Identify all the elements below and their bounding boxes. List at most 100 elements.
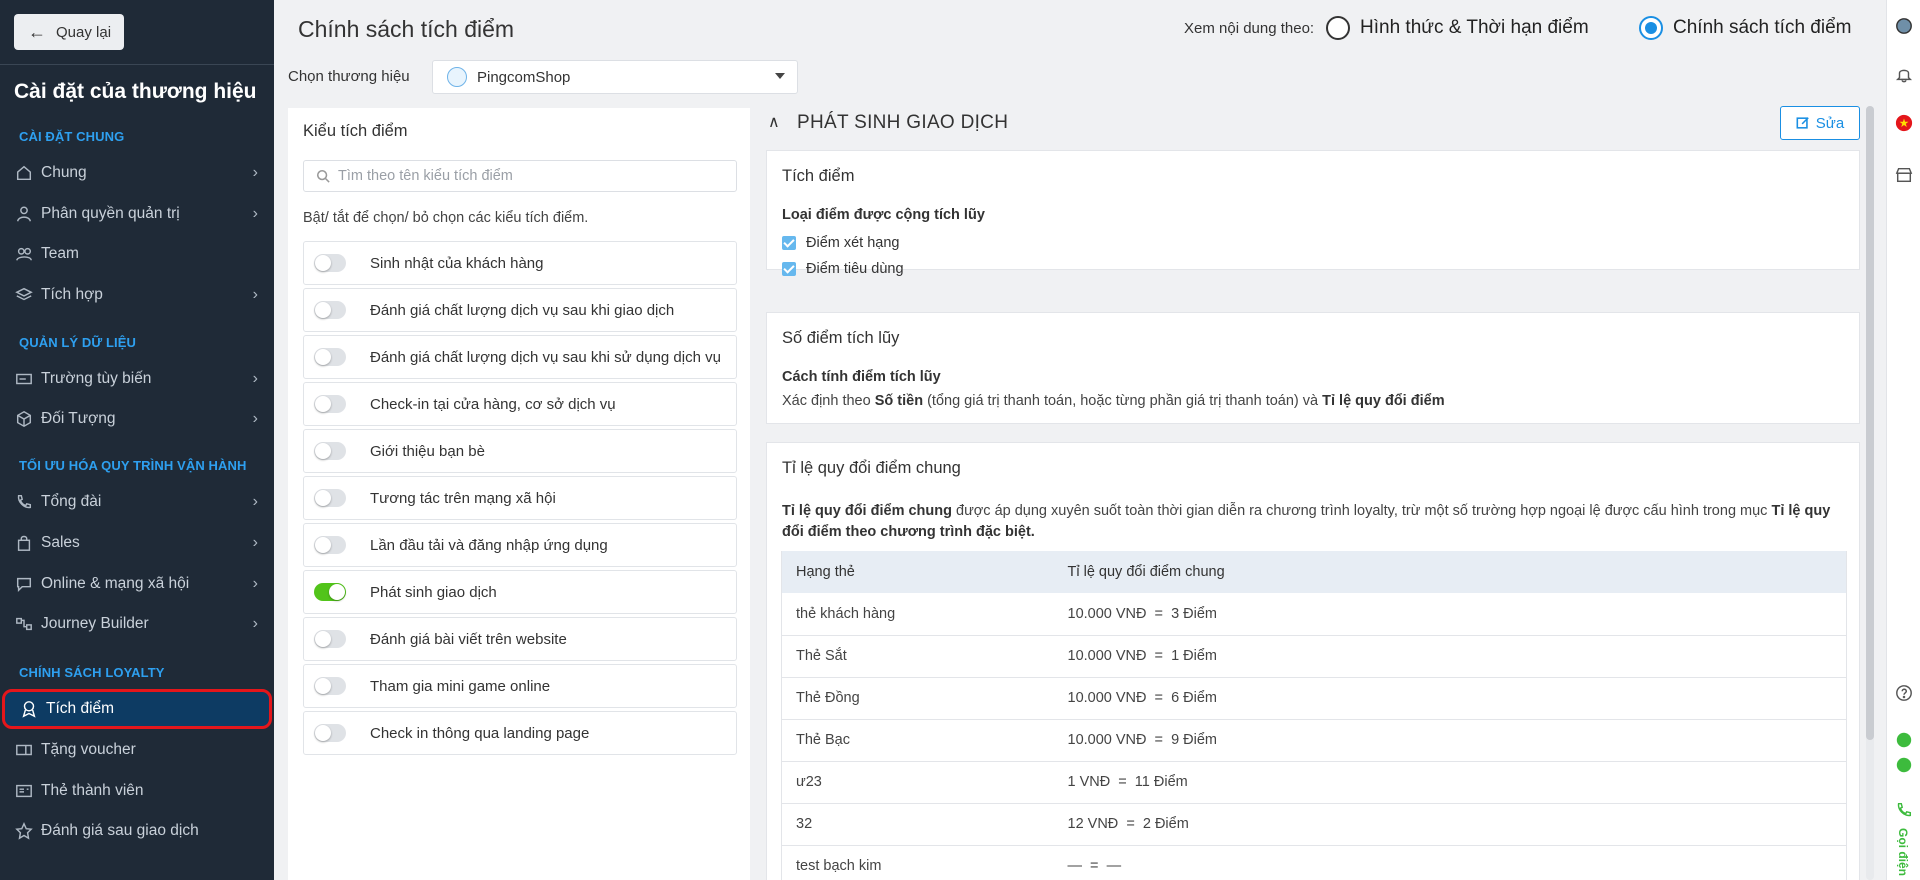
sidebar-item-label: Tích điểm	[46, 700, 115, 717]
checkbox-checked[interactable]	[782, 262, 796, 276]
toggle-switch-off[interactable]	[314, 348, 346, 366]
sidebar-item-the-thanh-vien[interactable]: Thẻ thành viên	[0, 772, 274, 810]
radio-option-policy[interactable]: Chính sách tích điểm	[1639, 16, 1851, 40]
checkbox-spend-points[interactable]: Điểm tiêu dùng	[782, 261, 904, 277]
table-header-row: Hạng thẻ Tỉ lệ quy đổi điểm chung	[781, 551, 1847, 593]
sidebar-item-truong-tuy-bien[interactable]: Trường tùy biến ›	[0, 360, 274, 398]
toggle-switch-off[interactable]	[314, 630, 346, 648]
tier-cell: Thẻ Đồng	[781, 677, 1054, 720]
sidebar-item-tong-dai[interactable]: Tổng đài ›	[0, 483, 274, 521]
card-points-count: Số điểm tích lũy Cách tính điểm tích lũy…	[766, 312, 1860, 424]
tier-cell: ư23	[781, 761, 1054, 804]
scrollbar-thumb[interactable]	[1866, 106, 1874, 740]
point-types-panel: Kiểu tích điểm Bật/ tắt để chọn/ bỏ chọn…	[288, 108, 750, 880]
sidebar-item-doi-tuong[interactable]: Đối Tượng ›	[0, 400, 274, 438]
sidebar-item-label: Phân quyền quản trị	[41, 205, 180, 222]
arrow-left-icon: ←	[28, 22, 46, 42]
brand-value: PingcomShop	[477, 68, 571, 86]
toggle-label: Tương tác trên mạng xã hội	[370, 489, 556, 507]
section-header[interactable]: ∧ PHÁT SINH GIAO DỊCH	[764, 106, 1860, 142]
rate-cell: 10.000 VNĐ = 9 Điểm	[1053, 719, 1847, 762]
sidebar-item-label: Sales	[41, 534, 80, 551]
toggle-switch-off[interactable]	[314, 677, 346, 695]
toggle-row[interactable]: Tham gia mini game online	[303, 664, 737, 708]
section-loyalty: CHÍNH SÁCH LOYALTY	[19, 665, 165, 680]
tier-cell: 32	[781, 803, 1054, 846]
sidebar-item-label: Đối Tượng	[41, 410, 116, 427]
sidebar-item-tich-diem[interactable]: Tích điểm	[2, 689, 272, 729]
sidebar-item-label: Online & mạng xã hội	[41, 575, 190, 592]
toggle-row[interactable]: Phát sinh giao dịch	[303, 570, 737, 614]
toggle-switch-off[interactable]	[314, 724, 346, 742]
edit-button-label: Sửa	[1815, 114, 1845, 132]
edit-icon	[1796, 117, 1809, 129]
help-icon[interactable]	[1894, 683, 1914, 703]
toggle-row[interactable]: Tương tác trên mạng xã hội	[303, 476, 737, 520]
chat-icon	[14, 574, 34, 594]
chevron-right-icon: ›	[252, 205, 258, 222]
toggle-row[interactable]: Giới thiệu bạn bè	[303, 429, 737, 473]
sidebar-item-danh-gia[interactable]: Đánh giá sau giao dịch	[0, 812, 274, 850]
section-title: PHÁT SINH GIAO DỊCH	[797, 112, 1009, 133]
checkbox-checked[interactable]	[782, 236, 796, 250]
vietnam-flag-icon[interactable]	[1894, 113, 1914, 133]
phone-icon	[14, 492, 34, 512]
message-icon[interactable]	[1894, 755, 1914, 775]
sidebar-item-chung[interactable]: Chung ›	[0, 154, 274, 192]
card-conversion-rate: Tỉ lệ quy đổi điểm chung Tỉ lệ quy đổi đ…	[766, 442, 1860, 880]
rate-cell: 10.000 VNĐ = 3 Điểm	[1053, 593, 1847, 636]
edit-button[interactable]: Sửa	[1780, 106, 1860, 140]
toggle-row[interactable]: Sinh nhật của khách hàng	[303, 241, 737, 285]
brand-label: Chọn thương hiệu	[288, 68, 410, 85]
transaction-detail: ∧ PHÁT SINH GIAO DỊCH Sửa Tích điểm Loại…	[764, 106, 1860, 880]
toggle-row[interactable]: Đánh giá chất lượng dịch vụ sau khi sử d…	[303, 335, 737, 379]
toggle-switch-off[interactable]	[314, 254, 346, 272]
search-input[interactable]	[338, 168, 718, 184]
sidebar-item-team[interactable]: Team	[0, 235, 274, 273]
toggle-switch-off[interactable]	[314, 536, 346, 554]
phone-call-icon[interactable]	[1894, 730, 1914, 750]
sidebar: ← Quay lại Cài đặt của thương hiệu CÀI Đ…	[0, 0, 274, 880]
sidebar-item-label: Tổng đài	[41, 493, 102, 510]
checkbox-rank-points[interactable]: Điểm xét hạng	[782, 235, 900, 251]
store-icon[interactable]	[1894, 165, 1914, 185]
bell-icon[interactable]	[1894, 64, 1914, 84]
sidebar-item-journey[interactable]: Journey Builder ›	[0, 605, 274, 643]
sidebar-item-online[interactable]: Online & mạng xã hội ›	[0, 565, 274, 603]
toggle-row[interactable]: Đánh giá chất lượng dịch vụ sau khi giao…	[303, 288, 737, 332]
toggle-row[interactable]: Lần đầu tải và đăng nhập ứng dụng	[303, 523, 737, 567]
green-phone-icon[interactable]	[1894, 800, 1914, 820]
toggle-switch-off[interactable]	[314, 395, 346, 413]
view-by-label: Xem nội dung theo:	[1184, 20, 1315, 37]
toggle-row[interactable]: Check-in tại cửa hàng, cơ sở dịch vụ	[303, 382, 737, 426]
call-label[interactable]: Gọi điện	[1896, 828, 1910, 876]
radio-label: Hình thức & Thời hạn điểm	[1360, 17, 1589, 38]
toggle-row[interactable]: Đánh giá bài viết trên website	[303, 617, 737, 661]
avatar[interactable]	[1894, 16, 1914, 36]
sidebar-item-tang-voucher[interactable]: Tặng voucher	[0, 731, 274, 769]
toggle-hint: Bật/ tắt để chọn/ bỏ chọn các kiểu tích …	[303, 210, 589, 226]
table-row: test bạch kim — = —	[781, 845, 1847, 880]
search-box[interactable]	[303, 160, 737, 192]
tier-cell: Thẻ Sắt	[781, 635, 1054, 678]
toggle-switch-off[interactable]	[314, 442, 346, 460]
toggle-switch-off[interactable]	[314, 301, 346, 319]
toggle-switch-on[interactable]	[314, 583, 346, 601]
table-row: thẻ khách hàng 10.000 VNĐ = 3 Điểm	[781, 593, 1847, 636]
radio-option-format[interactable]: Hình thức & Thời hạn điểm	[1326, 16, 1589, 40]
toggle-row[interactable]: Check in thông qua landing page	[303, 711, 737, 755]
radio-label: Chính sách tích điểm	[1673, 17, 1852, 38]
back-button[interactable]: ← Quay lại	[14, 14, 124, 50]
sidebar-item-label: Thẻ thành viên	[41, 782, 144, 799]
card-subtitle: Loại điểm được cộng tích lũy	[782, 207, 985, 223]
chevron-right-icon: ›	[252, 164, 258, 181]
sidebar-item-sales[interactable]: Sales ›	[0, 524, 274, 562]
brand-select[interactable]: PingcomShop	[432, 60, 798, 94]
sidebar-item-phan-quyen[interactable]: Phân quyền quản trị ›	[0, 195, 274, 233]
toggle-switch-off[interactable]	[314, 489, 346, 507]
sidebar-item-tich-hop[interactable]: Tích hợp ›	[0, 276, 274, 314]
collapse-icon[interactable]: ∧	[768, 112, 780, 132]
chevron-right-icon: ›	[252, 370, 258, 387]
custom-field-icon	[14, 369, 34, 389]
radio-circle-selected	[1639, 16, 1663, 40]
